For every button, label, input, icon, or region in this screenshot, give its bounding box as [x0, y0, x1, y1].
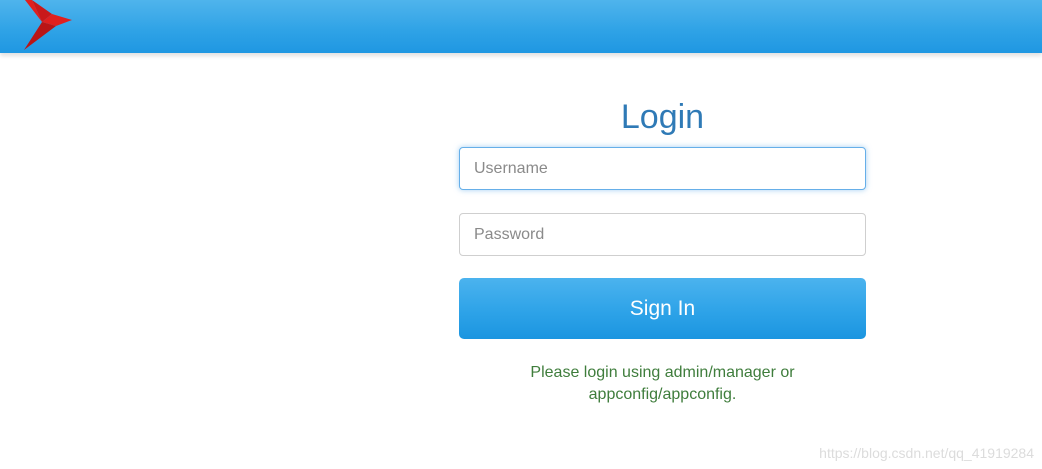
login-hint-line-2: appconfig/appconfig.	[588, 386, 737, 403]
login-title: Login	[620, 98, 705, 136]
username-input[interactable]	[459, 147, 866, 190]
watermark-text: https://blog.csdn.net/qq_41919284	[819, 445, 1034, 461]
sign-in-button[interactable]: Sign In	[459, 278, 866, 339]
password-input[interactable]	[459, 213, 866, 256]
bird-logo-icon[interactable]	[18, 0, 74, 52]
login-panel: Login Sign In Please login using admin/m…	[459, 93, 866, 406]
login-hint: Please login using admin/manager or appc…	[459, 362, 866, 406]
login-hint-line-1: Please login using admin/manager or	[530, 364, 795, 381]
top-navigation-bar	[0, 0, 1042, 53]
